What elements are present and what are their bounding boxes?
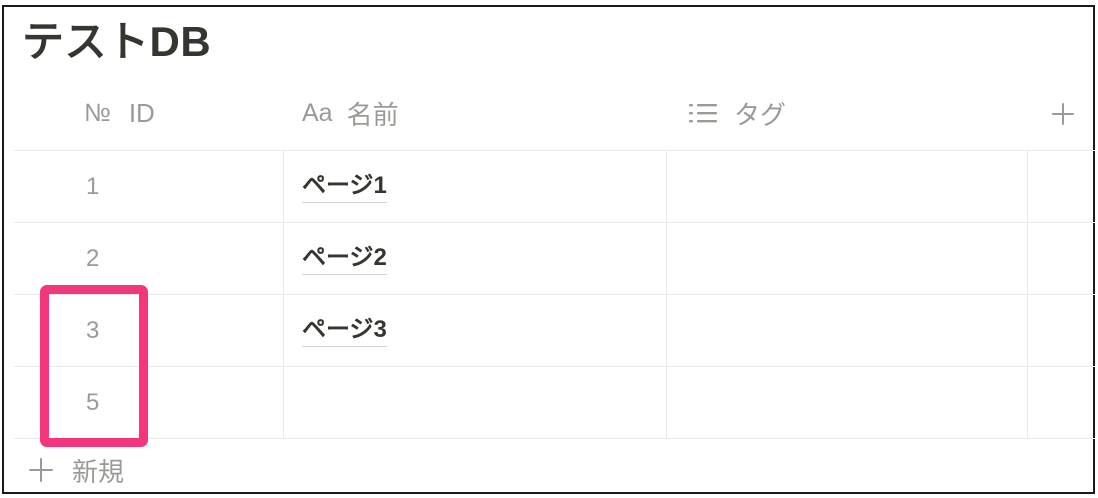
column-header-label: ID <box>128 97 155 128</box>
number-icon: № <box>84 98 111 127</box>
page-link[interactable]: ページ3 <box>302 315 387 347</box>
plus-icon <box>1052 103 1074 125</box>
table-row[interactable]: 3 ページ3 <box>14 295 1095 367</box>
id-cell[interactable]: 2 <box>14 223 284 294</box>
database-title[interactable]: テストDB <box>22 16 211 68</box>
new-row-button[interactable]: 新規 <box>28 452 124 488</box>
table-body: 1 ページ1 2 ページ2 3 ページ3 5 <box>14 150 1095 439</box>
tag-cell[interactable] <box>667 295 1028 366</box>
column-header-label: タグ <box>734 99 787 130</box>
table-header: № ID Aa 名前 タグ <box>14 86 1095 140</box>
column-header-label: 名前 <box>346 99 399 130</box>
tag-cell[interactable] <box>667 151 1028 222</box>
page-link[interactable]: ページ1 <box>302 171 387 203</box>
table-row[interactable]: 2 ページ2 <box>14 223 1095 295</box>
tag-cell[interactable] <box>667 223 1028 294</box>
empty-cell[interactable] <box>1028 151 1095 222</box>
new-row-label: 新規 <box>72 456 125 487</box>
column-header-tag[interactable]: タグ <box>688 86 786 140</box>
tag-cell[interactable] <box>667 367 1028 438</box>
column-header-name[interactable]: Aa 名前 <box>302 86 399 140</box>
column-header-id[interactable]: № ID <box>84 86 155 140</box>
list-icon <box>688 102 718 124</box>
page-link[interactable]: ページ2 <box>302 243 387 275</box>
text-icon: Aa <box>302 98 333 127</box>
empty-cell[interactable] <box>1028 223 1095 294</box>
name-cell[interactable]: ページ2 <box>284 223 667 294</box>
add-column-button[interactable] <box>1050 101 1076 127</box>
empty-cell[interactable] <box>1028 295 1095 366</box>
id-cell[interactable]: 1 <box>14 151 284 222</box>
name-cell[interactable]: ページ3 <box>284 295 667 366</box>
name-cell[interactable] <box>284 367 667 438</box>
empty-cell[interactable] <box>1028 367 1095 438</box>
id-cell[interactable]: 5 <box>14 367 284 438</box>
name-cell[interactable]: ページ1 <box>284 151 667 222</box>
table-row[interactable]: 5 <box>14 367 1095 439</box>
id-cell[interactable]: 3 <box>14 295 284 366</box>
plus-icon <box>29 458 53 482</box>
table-row[interactable]: 1 ページ1 <box>14 151 1095 223</box>
